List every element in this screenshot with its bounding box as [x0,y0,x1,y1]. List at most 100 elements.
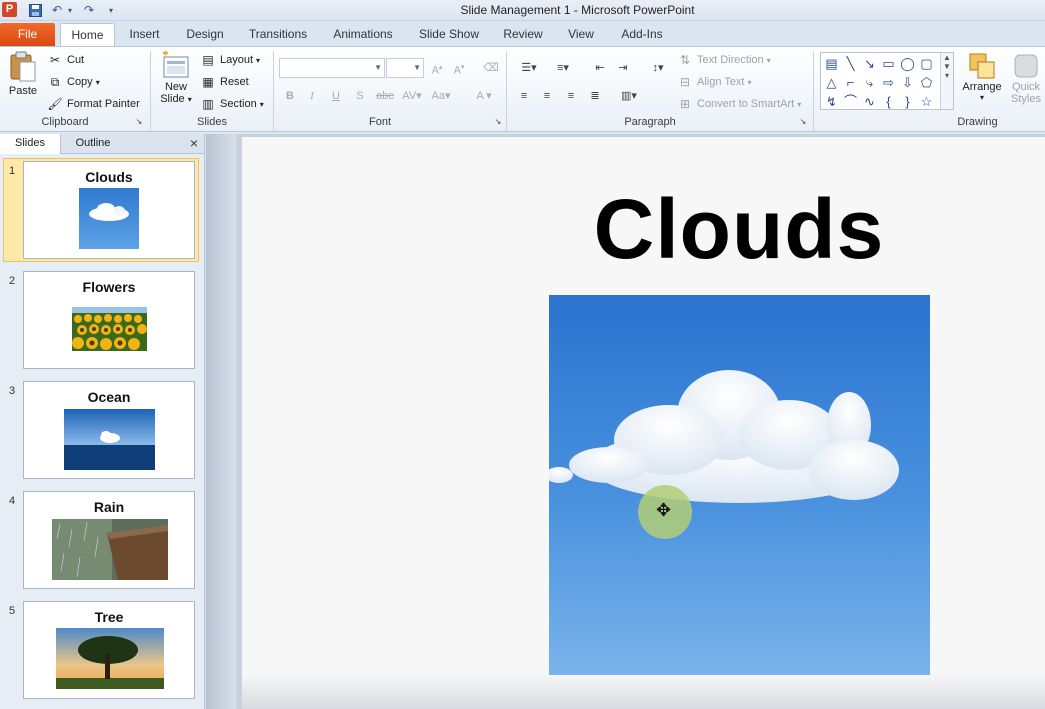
left-brace-shape-icon[interactable]: { [880,93,897,110]
copy-button[interactable]: ⧉ Copy ▾ [47,74,100,90]
paste-button[interactable]: Paste [6,51,40,97]
tab-design[interactable]: Design [180,23,230,46]
numbering-icon[interactable]: ≡▾ [549,59,577,77]
slide-number: 5 [9,605,16,617]
slide-thumb-title: Ocean [87,389,131,405]
align-center-icon[interactable]: ≡ [538,87,556,105]
down-arrow-shape-icon[interactable]: ⇩ [899,74,916,91]
arrange-button[interactable]: Arrange ▾ [960,51,1004,102]
clear-formatting-icon[interactable]: ⌫ [482,59,500,77]
strikethrough-icon[interactable]: abc [374,87,396,105]
font-size-combo[interactable]: ▼ [386,58,424,78]
cut-button[interactable]: ✂ Cut [47,52,84,68]
tab-insert[interactable]: Insert [122,23,167,46]
rectangle-shape-icon[interactable]: ▭ [880,55,897,72]
elbow-arrow-shape-icon[interactable]: ⤷ [861,74,878,91]
slide-thumb-flowers[interactable]: Flowers [23,271,195,369]
font-group-label: Font [368,116,391,128]
slide-number: 4 [9,495,16,507]
clipboard-launcher-icon[interactable]: ↘ [134,117,144,127]
slide-thumb-tree[interactable]: Tree [23,601,195,699]
increase-indent-icon[interactable]: ⇥ [614,59,632,77]
slides-group-label: Slides [197,116,227,128]
character-spacing-icon[interactable]: AV▾ [400,87,424,105]
new-slide-button[interactable]: New Slide ▾ [158,51,194,105]
columns-icon[interactable]: ▥▾ [617,87,641,105]
right-arrow-shape-icon[interactable]: ⇨ [880,74,897,91]
format-painter-button[interactable]: 🖌 Format Painter [47,96,139,112]
tab-animations[interactable]: Animations [328,23,398,46]
textbox-shape-icon[interactable]: ▤ [823,55,840,72]
layout-button[interactable]: ▤ Layout ▾ [200,52,260,68]
arrow-line-shape-icon[interactable]: ↘ [861,55,878,72]
line-spacing-icon[interactable]: ↕▾ [646,59,670,77]
tab-view[interactable]: View [561,23,601,46]
tab-outline[interactable]: Outline [62,134,124,154]
tab-review[interactable]: Review [498,23,548,46]
freeform-shape-icon[interactable]: ∿ [861,93,878,110]
shapes-scroll[interactable]: ▲ ▼ ▾ [940,53,953,109]
font-launcher-icon[interactable]: ↘ [493,117,503,127]
italic-icon[interactable]: I [303,87,321,105]
slide-thumb-clouds[interactable]: Clouds [23,161,195,259]
rounded-rectangle-shape-icon[interactable]: ▢ [918,55,935,72]
right-brace-shape-icon[interactable]: } [899,93,916,110]
quick-styles-button[interactable]: Quick Styles [1006,51,1045,105]
new-slide-icon [163,51,189,78]
callout-shape-icon[interactable]: ⬠ [918,74,935,91]
bold-icon[interactable]: B [281,87,299,105]
paste-icon [10,51,36,82]
slide-thumb-ocean[interactable]: Ocean [23,381,195,479]
smartart-icon: ⊞ [679,97,691,111]
align-text-button[interactable]: ⊟ Align Text ▾ [677,74,752,90]
drawing-group-label: Drawing [957,116,998,128]
paintbrush-icon: 🖌 [47,97,63,111]
line-shape-icon[interactable]: ╲ [842,55,859,72]
slide-number: 3 [9,385,16,397]
layout-icon: ▤ [202,53,214,67]
reset-icon: ▦ [202,75,214,89]
tab-transitions[interactable]: Transitions [243,23,313,46]
tab-slide-show[interactable]: Slide Show [413,23,485,46]
decrease-indent-icon[interactable]: ⇤ [591,59,609,77]
oval-shape-icon[interactable]: ◯ [899,55,916,72]
tab-add-ins[interactable]: Add-Ins [614,23,670,46]
slide-area-edge [206,134,236,709]
change-case-icon[interactable]: Aa▾ [429,87,453,105]
slide-title[interactable]: Clouds [449,181,1029,278]
bullets-icon[interactable]: ☰▾ [515,59,543,77]
slide-thumb-rain[interactable]: Rain [23,491,195,589]
close-icon[interactable]: × [190,135,198,151]
section-button[interactable]: ▥ Section ▾ [200,96,263,112]
text-direction-button[interactable]: ⇅ Text Direction ▾ [677,52,771,68]
tab-home[interactable]: Home [60,23,115,47]
shrink-font-icon[interactable]: A▾ [450,59,468,77]
grow-font-icon[interactable]: A▴ [428,59,446,77]
paragraph-launcher-icon[interactable]: ↘ [798,117,808,127]
font-color-icon[interactable]: A ▾ [472,87,496,105]
copy-icon: ⧉ [50,75,60,89]
convert-smartart-button[interactable]: ⊞ Convert to SmartArt ▾ [677,96,801,112]
underline-icon[interactable]: U [327,87,345,105]
reset-button[interactable]: ▦ Reset [200,74,248,90]
ribbon: Paste ✂ Cut ⧉ Copy ▾ 🖌 Format Painter Clipbo… [0,46,1045,132]
align-right-icon[interactable]: ≡ [562,87,580,105]
shapes-gallery[interactable]: ▤ ╲ ↘ ▭ ◯ ▢ △ ⌐ ⤷ ⇨ ⇩ ⬠ ↯ ⌒ ∿ { } ☆ ▲ ▼ ▾ [820,52,954,110]
paragraph-group-label: Paragraph [624,116,676,128]
ocean-thumbnail-image [64,409,155,470]
ribbon-tabs: File Home Insert Design Transitions Anim… [0,21,1045,47]
triangle-shape-icon[interactable]: △ [823,74,840,91]
tab-file[interactable]: File [0,23,55,46]
clouds-picture[interactable] [549,295,930,675]
scissors-icon: ✂ [49,53,61,67]
slides-panel: Slides Outline × 1 Clouds 2 Flowers 3 Oc… [0,134,205,709]
justify-icon[interactable]: ≣ [586,87,604,105]
star-shape-icon[interactable]: ☆ [918,93,935,110]
curve-arrow-shape-icon[interactable]: ↯ [823,93,840,110]
font-name-combo[interactable]: ▼ [279,58,385,78]
align-left-icon[interactable]: ≡ [515,87,533,105]
shadow-icon[interactable]: S [351,87,369,105]
elbow-connector-shape-icon[interactable]: ⌐ [842,74,859,91]
arc-shape-icon[interactable]: ⌒ [842,93,859,110]
tab-slides[interactable]: Slides [0,134,61,154]
